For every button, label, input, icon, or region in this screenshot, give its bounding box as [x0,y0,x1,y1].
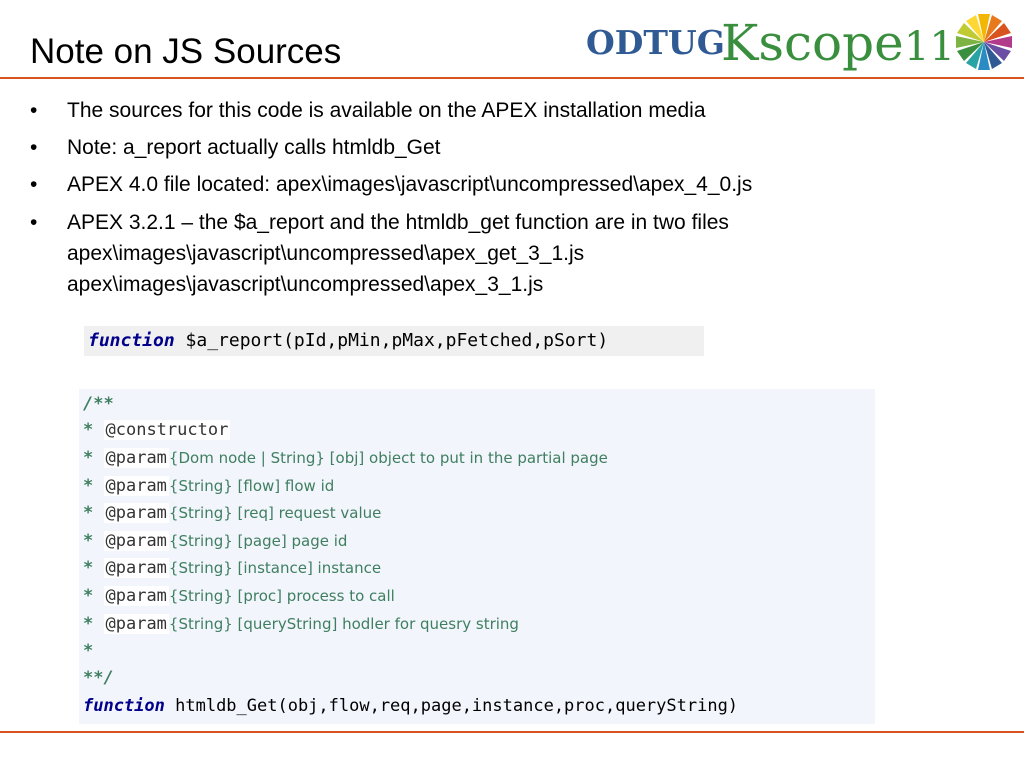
comment-star: * [83,531,94,551]
comment-star: * [83,420,94,440]
code-line: * @param {String} [proc] process to call [83,583,395,609]
file-path: apex\images\javascript\uncompressed\apex… [67,273,544,296]
code-line: * @param {String} [flow] flow id [83,473,334,499]
param-description: {String} [proc] process to call [168,587,395,605]
param-tag: @param [103,476,169,496]
comment-close: **/ [83,668,114,688]
code-line: /** [83,391,114,417]
logo-starburst-icon [956,14,1012,70]
param-description: {Dom node | String} [obj] object to put … [168,449,608,467]
param-tag: @param [103,586,169,606]
comment-open: /** [83,394,114,414]
comment-star: * [83,476,94,496]
param-tag: @param [103,448,169,468]
code-line: * @param {String} [instance] instance [83,555,381,581]
code-signature-text: htmldb_Get(obj,flow,req,page,instance,pr… [164,696,739,716]
comment-star: * [83,586,94,606]
bullet-item: • APEX 3.2.1 – the $a_report and the htm… [30,207,990,300]
logo-org-text: ODTUG [586,23,725,62]
bullet-item: • APEX 4.0 file located: apex\images\jav… [30,170,990,200]
bullet-text: Note: a_report actually calls htmldb_Get [67,136,441,159]
title-divider [0,77,1024,79]
bullet-marker: • [30,136,38,159]
logo-graphic: ODTUG Kscope 11 [586,14,1012,72]
slide-title: Note on JS Sources [30,32,342,71]
param-description: {String} [instance] instance [168,559,382,577]
logo-year-text: 11 [904,24,955,70]
footer-divider [0,731,1024,733]
comment-star: * [83,641,94,661]
param-description: {String} [queryString] hodler for quesry… [168,615,519,633]
odtug-kscope-logo: ODTUG Kscope 11 [586,6,1016,76]
param-tag: @param [103,503,169,523]
code-signature-text: $a_report(pId,pMin,pMax,pFetched,pSort) [174,330,609,351]
param-tag: @param [103,531,169,551]
bullet-marker: • [30,99,38,122]
code-line: **/ [83,665,114,691]
param-description: {String} [page] page id [168,532,348,550]
bullet-item: • The sources for this code is available… [30,96,990,126]
code-keyword: function [83,696,165,716]
bullet-item: • Note: a_report actually calls htmldb_G… [30,133,990,163]
param-description: {String} [flow] flow id [168,477,335,495]
comment-star: * [83,558,94,578]
comment-star: * [83,503,94,523]
htmldb-get-code-block: /** * @constructor * @param {Dom node | S… [79,389,875,724]
comment-star: * [83,614,94,634]
code-line: * @param {String} [page] page id [83,528,347,554]
code-line: function htmldb_Get(obj,flow,req,page,in… [83,693,738,719]
code-line: * @param {String} [req] request value [83,500,381,526]
bullet-marker: • [30,173,38,196]
code-line: * @param {String} [queryString] hodler fo… [83,611,519,637]
code-line: * @param {Dom node | String} [obj] object… [83,445,608,471]
logo-event-text: Kscope [721,14,904,72]
bullet-text: The sources for this code is available o… [67,99,706,122]
code-line: * [83,638,93,664]
param-tag: @param [103,558,169,578]
bullet-text: APEX 4.0 file located: apex\images\javas… [67,173,753,196]
param-tag: @param [103,614,169,634]
code-line: * @constructor [83,417,231,443]
constructor-tag: @constructor [103,420,231,440]
comment-star: * [83,448,94,468]
file-path: apex\images\javascript\uncompressed\apex… [67,242,585,265]
a-report-signature: function $a_report(pId,pMin,pMax,pFetche… [84,326,704,356]
code-keyword: function [88,330,175,351]
param-description: {String} [req] request value [168,504,382,522]
bullet-list: • The sources for this code is available… [30,96,990,307]
bullet-marker: • [30,211,38,234]
bullet-text: APEX 3.2.1 – the $a_report and the htmld… [67,211,729,234]
